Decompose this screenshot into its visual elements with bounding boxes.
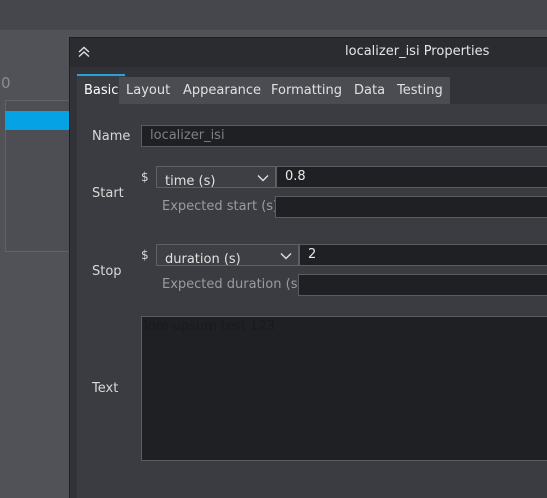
stop-type-value: duration (s) [165, 252, 241, 266]
name-label: Name [92, 129, 131, 144]
properties-dialog: localizer_isi Properties Basic Layout Ap… [69, 37, 547, 498]
start-type-select[interactable]: time (s) [156, 166, 276, 188]
stop-value-field[interactable]: 2 [299, 244, 547, 266]
text-area[interactable]: lore upsum test 123 [141, 316, 547, 461]
text-label: Text [92, 381, 119, 396]
stop-code-marker: $ [141, 248, 149, 262]
chevron-down-icon [257, 172, 269, 182]
expected-start-label: Expected start (s) [162, 199, 279, 214]
expected-duration-label: Expected duration (s) [162, 277, 303, 292]
expected-start-field[interactable] [275, 196, 547, 218]
expected-duration-field[interactable] [298, 274, 547, 296]
basic-tab-panel: Name localizer_isi $ Start time (s) 0.8 … [77, 104, 547, 498]
tab-data[interactable]: Data [347, 77, 393, 104]
collapse-icon[interactable] [76, 44, 92, 60]
chevron-down-icon [280, 250, 292, 260]
start-code-marker: $ [141, 170, 149, 184]
start-type-value: time (s) [165, 174, 216, 188]
tab-layout[interactable]: Layout [119, 77, 178, 104]
stop-type-select[interactable]: duration (s) [156, 244, 299, 266]
stop-label: Stop [92, 264, 122, 279]
dialog-title: localizer_isi Properties [345, 44, 490, 59]
background-toolbar [0, 0, 547, 30]
tab-appearance[interactable]: Appearance [176, 77, 269, 104]
dialog-titlebar[interactable]: localizer_isi Properties [70, 38, 547, 67]
tab-testing[interactable]: Testing [390, 77, 450, 104]
name-field[interactable]: localizer_isi [141, 125, 547, 147]
background-timeline-bar[interactable] [5, 111, 71, 130]
start-label: Start [92, 186, 124, 201]
tab-formatting[interactable]: Formatting [264, 77, 350, 104]
background-axis-zero: 0 [1, 74, 11, 92]
start-value-field[interactable]: 0.8 [276, 166, 547, 188]
